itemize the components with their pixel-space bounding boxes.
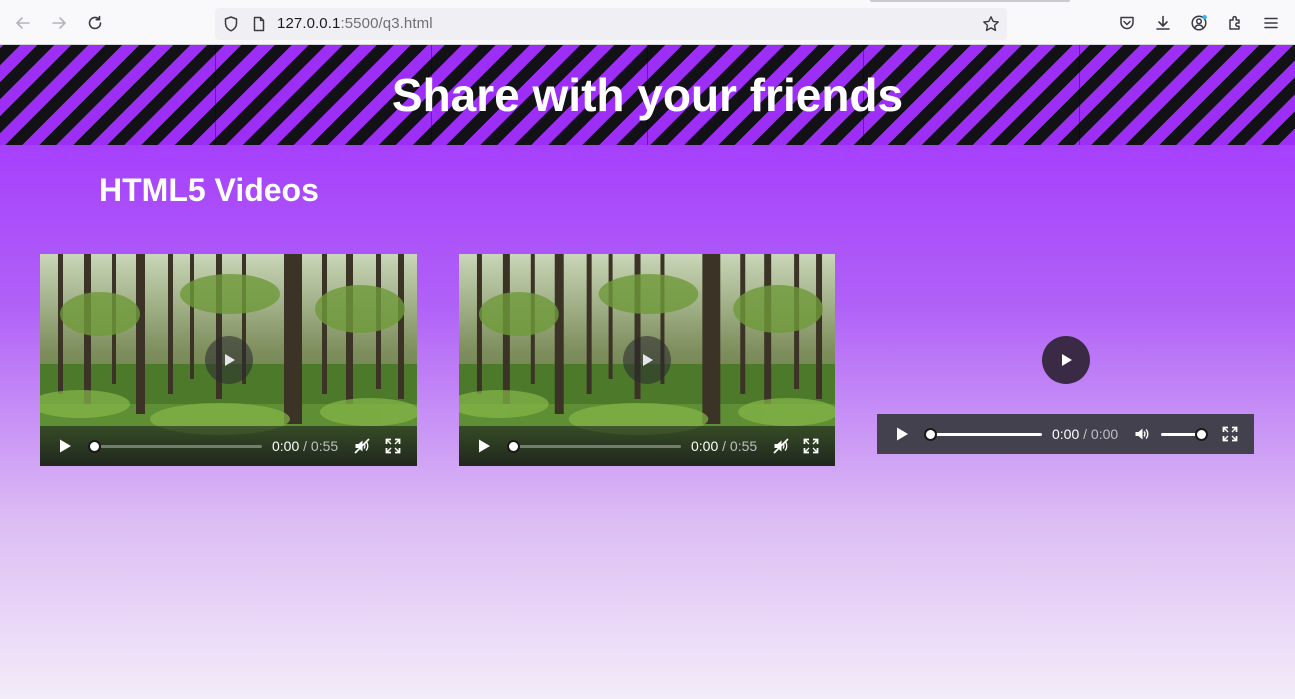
forward-button[interactable]: [46, 10, 72, 36]
muted-speaker-icon[interactable]: [772, 437, 790, 455]
play-icon[interactable]: [475, 437, 493, 455]
fullscreen-icon[interactable]: [384, 437, 402, 455]
back-button[interactable]: [10, 10, 36, 36]
time-separator: /: [1079, 426, 1091, 442]
play-icon[interactable]: [56, 437, 74, 455]
video-controls: 0:00 / 0:55: [40, 426, 417, 466]
fullscreen-icon[interactable]: [1221, 425, 1239, 443]
speaker-icon[interactable]: [1133, 425, 1151, 443]
url-bar[interactable]: 127.0.0.1:5500/q3.html: [215, 8, 1007, 40]
play-icon[interactable]: [893, 425, 911, 443]
app-menu-button[interactable]: [1258, 10, 1284, 36]
download-icon: [1156, 15, 1170, 30]
downloads-button[interactable]: [1150, 10, 1176, 36]
extensions-button[interactable]: [1222, 10, 1248, 36]
reload-icon: [88, 15, 102, 30]
seek-thumb[interactable]: [88, 440, 101, 453]
seek-thumb[interactable]: [924, 428, 937, 441]
fullscreen-icon[interactable]: [802, 437, 820, 455]
time-display: 0:00 / 0:55: [272, 438, 338, 454]
tab-strip-edge: [870, 0, 1070, 2]
time-display: 0:00 / 0:55: [691, 438, 757, 454]
media-controls-bar: 0:00 / 0:00: [877, 414, 1254, 454]
video-player-2[interactable]: 0:00 / 0:55: [459, 254, 835, 466]
extensions-icon: [1229, 15, 1240, 30]
section-title: HTML5 Videos: [99, 172, 319, 208]
pocket-icon: [1120, 16, 1134, 30]
browser-toolbar: 127.0.0.1:5500/q3.html: [0, 0, 1295, 45]
striped-banner: Share with your friends: [0, 45, 1295, 145]
current-time: 0:00: [691, 438, 719, 454]
play-icon: [224, 354, 235, 366]
current-time: 0:00: [272, 438, 300, 454]
volume-thumb[interactable]: [1195, 428, 1208, 441]
seek-bar[interactable]: [94, 445, 262, 448]
video-player-1[interactable]: 0:00 / 0:55: [40, 254, 417, 466]
seek-thumb[interactable]: [507, 440, 520, 453]
reload-button[interactable]: [82, 10, 108, 36]
time-separator: /: [718, 438, 730, 454]
center-play-button[interactable]: [204, 336, 253, 384]
url-host: 127.0.0.1: [277, 15, 341, 32]
seek-bar[interactable]: [931, 433, 1042, 436]
pocket-button[interactable]: [1114, 10, 1140, 36]
back-arrow-icon: [16, 17, 30, 29]
duration: 0:00: [1090, 426, 1119, 442]
account-icon: [1191, 15, 1207, 31]
forward-arrow-icon: [52, 17, 66, 29]
video-controls: 0:00 / 0:55: [459, 426, 835, 466]
time-separator: /: [299, 438, 311, 454]
account-button[interactable]: [1186, 10, 1212, 36]
muted-speaker-icon[interactable]: [353, 437, 371, 455]
play-icon: [1062, 354, 1072, 366]
page-icon[interactable]: [250, 15, 268, 33]
duration: 0:55: [729, 438, 758, 454]
url-text[interactable]: 127.0.0.1:5500/q3.html: [277, 15, 433, 32]
center-play-button[interactable]: [623, 336, 671, 384]
banner-title: Share with your friends: [391, 69, 904, 121]
center-play-button[interactable]: [1042, 336, 1090, 384]
page-body: Share with your friends HTML5 Videos 0:0…: [0, 45, 1295, 699]
play-icon: [643, 354, 653, 366]
time-display: 0:00 / 0:00: [1052, 426, 1118, 442]
current-time: 0:00: [1052, 426, 1080, 442]
url-path: :5500/q3.html: [340, 15, 433, 32]
duration: 0:55: [310, 438, 339, 454]
seek-bar[interactable]: [513, 445, 681, 448]
star-icon[interactable]: [982, 15, 1000, 33]
shield-icon[interactable]: [222, 15, 240, 33]
menu-icon: [1264, 17, 1278, 29]
